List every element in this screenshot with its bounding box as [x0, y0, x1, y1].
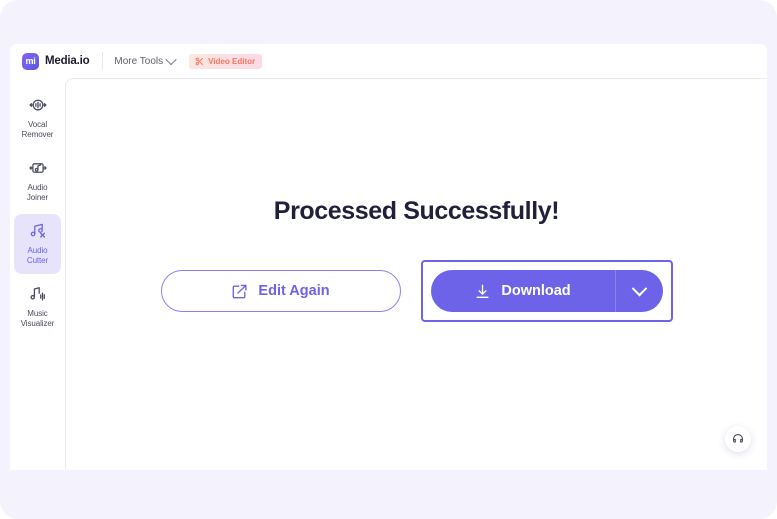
sidebar-label-line1: Music	[27, 309, 48, 318]
headset-support-icon	[733, 434, 743, 443]
sidebar-label-line2: Remover	[21, 130, 54, 139]
video-editor-badge[interactable]: Video Editor	[189, 53, 263, 69]
sidebar-item-label: Audio Cutter	[27, 246, 48, 266]
sidebar-label-line2: Cutter	[26, 256, 49, 265]
sidebar-label-line1: Audio	[27, 183, 48, 192]
edit-square-icon	[233, 284, 247, 298]
logo-mark-text: mi	[25, 55, 36, 66]
app-body: Vocal Remover Audio Joiner Audio Cutter …	[10, 78, 767, 470]
sidebar-label-line2: Visualizer	[20, 319, 55, 328]
sidebar-label-line1: Audio	[27, 246, 48, 255]
audio-joiner-icon	[27, 158, 49, 178]
edit-again-label: Edit Again	[258, 283, 330, 299]
content-panel: Processed Successfully! Edit Again Downl…	[65, 78, 767, 470]
edit-again-button[interactable]: Edit Again	[160, 270, 401, 312]
sidebar-item-vocal-remover[interactable]: Vocal Remover	[14, 88, 61, 148]
sidebar-item-music-visualizer[interactable]: Music Visualizer	[14, 277, 61, 337]
chevron-down-icon	[631, 280, 647, 296]
download-button[interactable]: Download	[431, 270, 615, 312]
support-button[interactable]	[725, 426, 751, 452]
app-header: mi Media.io More Tools Video Editor	[10, 44, 767, 78]
music-visualizer-icon	[27, 284, 49, 304]
download-dropdown-toggle[interactable]	[616, 270, 663, 312]
download-label: Download	[501, 283, 571, 299]
sidebar-label-line1: Vocal	[27, 120, 48, 129]
sidebar-item-audio-joiner[interactable]: Audio Joiner	[14, 151, 61, 211]
download-button-group[interactable]: Download	[430, 270, 663, 312]
download-button-focus-ring: Download	[420, 260, 673, 322]
chevron-down-icon	[165, 53, 177, 66]
vocal-remover-icon	[27, 95, 49, 115]
brand-logo[interactable]: mi Media.io	[22, 52, 90, 70]
brand-name: Media.io	[45, 55, 90, 67]
download-arrow-icon	[476, 284, 489, 298]
audio-cutter-icon	[27, 221, 49, 241]
sidebar: Vocal Remover Audio Joiner Audio Cutter …	[10, 78, 65, 470]
action-button-row: Edit Again Download	[160, 260, 673, 322]
video-editor-badge-label: Video Editor	[208, 56, 256, 66]
more-tools-menu[interactable]: More Tools	[114, 53, 177, 67]
more-tools-label: More Tools	[114, 55, 164, 67]
sidebar-item-label: Audio Joiner	[27, 183, 48, 203]
app-window: mi Media.io More Tools Video Editor Voca…	[0, 0, 777, 519]
sidebar-item-label: Music Visualizer	[21, 309, 55, 329]
result-block: Processed Successfully! Edit Again Downl…	[66, 197, 767, 322]
sidebar-item-audio-cutter[interactable]: Audio Cutter	[14, 214, 61, 274]
sidebar-label-line2: Joiner	[26, 193, 49, 202]
header-divider	[102, 52, 104, 70]
media-io-logo-icon: mi	[22, 52, 39, 70]
sidebar-item-label: Vocal Remover	[22, 120, 54, 140]
scissors-icon	[195, 57, 204, 65]
page-title: Processed Successfully!	[273, 197, 560, 225]
